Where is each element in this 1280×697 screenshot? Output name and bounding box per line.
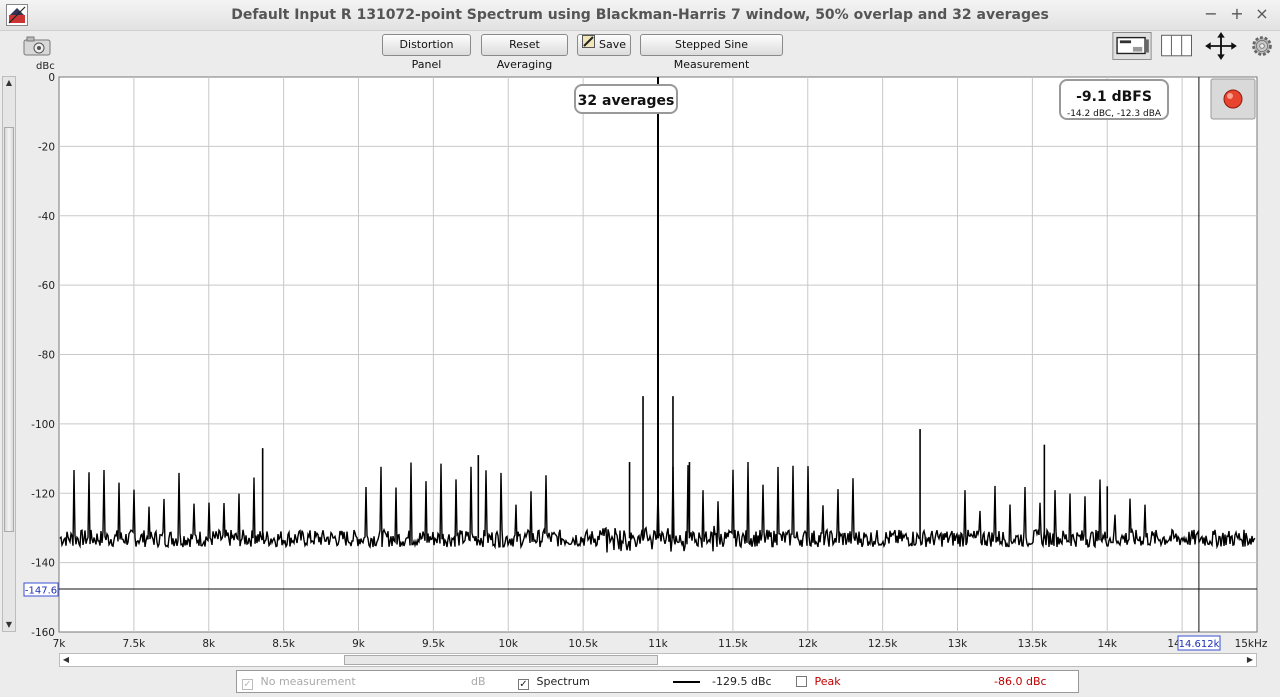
spectrum-label: Spectrum xyxy=(536,675,590,688)
x-tick-label: 13k xyxy=(948,638,968,650)
x-tick-label: 14k xyxy=(1098,638,1118,650)
spectrum-line-swatch xyxy=(673,681,700,683)
peak-checkbox[interactable] xyxy=(796,676,807,687)
legend-spectrum[interactable]: ✓ Spectrum xyxy=(518,675,590,690)
record-icon xyxy=(1223,89,1243,109)
x-tick-label: 11.5k xyxy=(718,638,748,650)
peak-label: Peak xyxy=(814,675,841,688)
legend-peak[interactable]: Peak xyxy=(796,675,841,689)
x-tick-label: 11k xyxy=(648,638,668,650)
x-tick-label: 12.5k xyxy=(868,638,898,650)
spectrum-checkbox[interactable]: ✓ xyxy=(518,679,529,690)
y-tick-label: -160 xyxy=(31,627,55,639)
x-tick-label: 15kHz xyxy=(1235,638,1268,650)
y-tick-label: -140 xyxy=(31,558,55,570)
y-tick-label: -120 xyxy=(31,488,55,500)
no-measurement-unit: dB xyxy=(471,675,486,688)
level-sub: -14.2 dBC, -12.3 dBA xyxy=(1067,109,1162,119)
scroll-right-icon[interactable]: ▶ xyxy=(1244,654,1256,666)
record-icon-highlight xyxy=(1227,93,1233,99)
y-cursor-readout: -147.6 xyxy=(25,586,57,597)
y-tick-label: -20 xyxy=(38,141,55,153)
legend-no-measurement[interactable]: ✓ No measurement xyxy=(242,675,356,690)
x-tick-label: 9k xyxy=(352,638,366,650)
x-tick-label: 10.5k xyxy=(568,638,598,650)
x-tick-label: 7.5k xyxy=(122,638,146,650)
spectrum-value: -129.5 dBc xyxy=(712,675,772,688)
x-tick-label: 13.5k xyxy=(1018,638,1048,650)
x-tick-label: 10k xyxy=(499,638,519,650)
legend-bar: ✓ No measurement dB ✓ Spectrum -129.5 dB… xyxy=(236,670,1079,693)
no-measurement-checkbox[interactable]: ✓ xyxy=(242,679,253,690)
y-tick-label: -80 xyxy=(38,350,55,362)
y-tick-label: -100 xyxy=(31,419,55,431)
y-tick-label: 0 xyxy=(48,72,55,84)
spectrum-chart[interactable]: 0 -20 -40 -60 -80 -100 -120 -140 -160 7k 7.5k 8k 8.… xyxy=(0,0,1280,697)
x-tick-label: 8.5k xyxy=(272,638,296,650)
x-cursor-readout: 14.612k xyxy=(1179,639,1220,650)
x-tick-label: 7k xyxy=(53,638,67,650)
y-tick-label: -40 xyxy=(38,211,55,223)
y-tick-label: -60 xyxy=(38,280,55,292)
level-main: -9.1 dBFS xyxy=(1076,89,1152,105)
horizontal-scrollbar[interactable]: ◀ ▶ xyxy=(59,653,1257,667)
peak-value: -86.0 dBc xyxy=(994,675,1047,688)
no-measurement-label: No measurement xyxy=(260,675,356,688)
x-tick-label: 9.5k xyxy=(422,638,446,650)
x-tick-label: 8k xyxy=(202,638,216,650)
scroll-left-icon[interactable]: ◀ xyxy=(60,654,72,666)
x-tick-label: 12k xyxy=(798,638,818,650)
horizontal-scroll-thumb[interactable] xyxy=(344,655,658,665)
averages-label: 32 averages xyxy=(578,93,675,109)
